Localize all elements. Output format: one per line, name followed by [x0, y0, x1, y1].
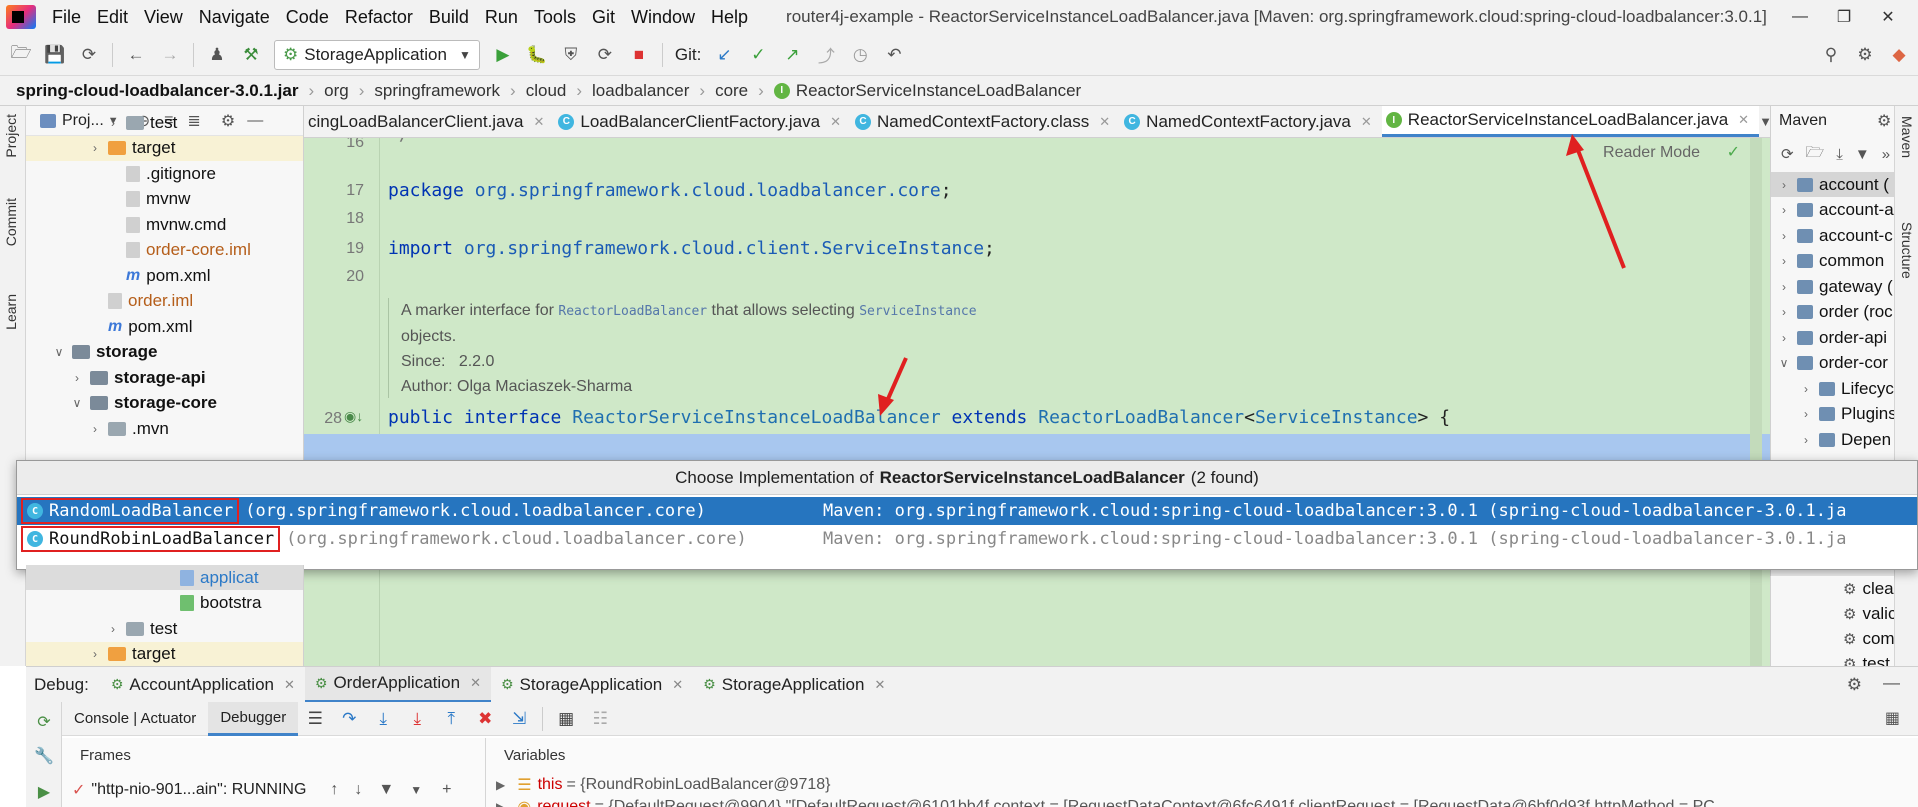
debug-session-tab[interactable]: ⚙ StorageApplication ✕	[491, 675, 693, 695]
evaluate-expression-icon[interactable]: ▦	[552, 705, 580, 733]
debug-session-label: OrderApplication	[333, 673, 461, 692]
maven-lifecycle-label: valic	[1862, 603, 1894, 623]
debug-sessions: ⚙ AccountApplication ✕ ⚙ OrderApplication ✕ ⚙ S…	[101, 666, 896, 703]
variable-row[interactable]: ▶ ◉ request = {DefaultRequest@9904} "[De…	[496, 796, 1715, 807]
gear-icon: ⚙	[1843, 580, 1857, 598]
layout-menu-icon[interactable]: ☰	[301, 705, 329, 733]
filter-icon[interactable]: ▼	[378, 781, 394, 799]
close-tab-icon[interactable]: ✕	[874, 677, 885, 693]
maven-lifecycle-label: test	[1862, 653, 1890, 667]
drop-frame-icon[interactable]: ✖	[471, 705, 499, 733]
variable-value: = {RoundRobinLoadBalancer@9718}	[566, 776, 831, 793]
variables-header: Variables	[486, 738, 1918, 772]
file-icon	[180, 569, 194, 586]
frames-header: Frames	[62, 738, 486, 772]
wrench-icon[interactable]: 🔧	[34, 746, 54, 766]
tree-item-label: test	[150, 618, 178, 638]
check-icon: ✓	[72, 781, 86, 799]
maven-lifecycle-item[interactable]: ⚙ test	[1771, 651, 1894, 667]
maven-lifecycle-label: com	[1862, 628, 1894, 648]
debug-session-label: StorageApplication	[519, 674, 663, 694]
resume-icon[interactable]: ▶	[34, 782, 54, 802]
tree-item-label: target	[132, 644, 176, 663]
maven-lifecycle-item[interactable]: ⚙ clea	[1771, 576, 1894, 601]
folder-icon	[108, 647, 126, 661]
down-arrow-icon[interactable]: ↓	[354, 781, 362, 799]
debug-session-tab[interactable]: ⚙ AccountApplication ✕	[101, 675, 305, 695]
debug-bug-icon: ⚙	[110, 676, 124, 692]
variable-name: request	[537, 798, 591, 807]
close-tab-icon[interactable]: ✕	[672, 677, 683, 693]
tree-item[interactable]: bootstra	[26, 591, 303, 616]
step-over-icon[interactable]: ↷	[335, 705, 363, 733]
toolbar-separator	[542, 706, 544, 731]
variables-list: ▶ ☰ this = {RoundRobinLoadBalancer@9718}…	[486, 772, 1918, 807]
gear-icon: ⚙	[1843, 655, 1857, 667]
debug-bug-icon: ⚙	[314, 674, 328, 691]
tree-item[interactable]: › test	[26, 616, 303, 641]
variable-name: this	[537, 776, 563, 793]
step-out-icon[interactable]: ⤒	[437, 705, 465, 733]
debug-session-label: StorageApplication	[721, 674, 865, 694]
step-into-icon[interactable]: ⤓	[369, 705, 397, 733]
chevron-right-icon[interactable]: ›	[88, 647, 102, 661]
debug-bug-icon: ⚙	[703, 676, 716, 692]
tree-item-label: bootstra	[200, 593, 262, 612]
rerun-icon[interactable]: ⟳	[34, 712, 54, 732]
chevron-down-icon[interactable]: ▼	[410, 783, 422, 797]
project-tree-bottom: applicat bootstra › test › target	[26, 565, 304, 666]
maven-lifecycle-item[interactable]: ⚙ com	[1771, 626, 1894, 651]
debug-session-label: AccountApplication	[129, 674, 274, 694]
variable-row[interactable]: ▶ ☰ this = {RoundRobinLoadBalancer@9718}	[496, 774, 831, 796]
chevron-right-icon[interactable]: ▶	[496, 800, 505, 807]
debug-bug-icon: ⚙	[500, 676, 514, 692]
force-step-into-icon[interactable]: ⤓	[403, 705, 431, 733]
gear-icon: ⚙	[1843, 605, 1857, 623]
add-icon[interactable]: +	[442, 781, 451, 799]
layout-settings-icon[interactable]: ▦	[1885, 708, 1900, 728]
trace-stream-icon[interactable]: ☷	[586, 705, 614, 733]
thread-label: "http-nio-901...ain": RUNNING	[91, 780, 307, 798]
close-tab-icon[interactable]: ✕	[284, 677, 295, 693]
chevron-right-icon[interactable]: ›	[106, 622, 120, 636]
chevron-right-icon[interactable]: ▶	[496, 778, 505, 792]
variable-value: = {DefaultRequest@9904} "[DefaultRequest…	[594, 798, 1715, 807]
debug-sessions-bar: Debug: ⚙ AccountApplication ✕ ⚙ OrderApplica…	[26, 666, 1918, 703]
tree-item[interactable]: applicat	[26, 565, 303, 590]
maven-lifecycle-item[interactable]: ⚙ valic	[1771, 601, 1894, 626]
tab-console[interactable]: Console | Actuator	[62, 702, 208, 736]
debug-session-tab[interactable]: ⚙ OrderApplication ✕	[304, 666, 491, 703]
close-tab-icon[interactable]: ✕	[470, 675, 481, 691]
field-icon: ☰	[517, 777, 532, 794]
thread-selector[interactable]: ✓ "http-nio-901...ain": RUNNING ↑ ↓ ▼ ▼ …	[62, 772, 486, 807]
debug-label: Debug:	[34, 674, 89, 694]
folder-icon	[126, 621, 144, 636]
hide-panel-icon[interactable]: —	[1883, 673, 1900, 693]
debug-session-tab[interactable]: ⚙ StorageApplication ✕	[693, 675, 895, 695]
tab-debugger[interactable]: Debugger	[208, 701, 299, 736]
maven-tree-bottom: ⚙ clea ⚙ valic ⚙ com ⚙ test	[1770, 576, 1894, 666]
tree-item[interactable]: › target	[26, 641, 303, 666]
up-arrow-icon[interactable]: ↑	[330, 781, 338, 799]
spring-file-icon	[180, 595, 194, 611]
param-icon: ◉	[517, 797, 531, 807]
tree-item-label: applicat	[200, 567, 259, 587]
settings-gear-icon[interactable]: ⚙	[1847, 675, 1862, 695]
debug-side-toolbar: ⟳ 🔧 ▶	[26, 702, 62, 807]
maven-lifecycle-label: clea	[1862, 578, 1894, 598]
debugger-toolbar: Console | Actuator Debugger ☰ ↷ ⤓ ⤓ ⤒ ✖ …	[26, 701, 1918, 736]
gear-icon: ⚙	[1843, 630, 1857, 648]
run-to-cursor-icon[interactable]: ⇲	[505, 705, 533, 733]
